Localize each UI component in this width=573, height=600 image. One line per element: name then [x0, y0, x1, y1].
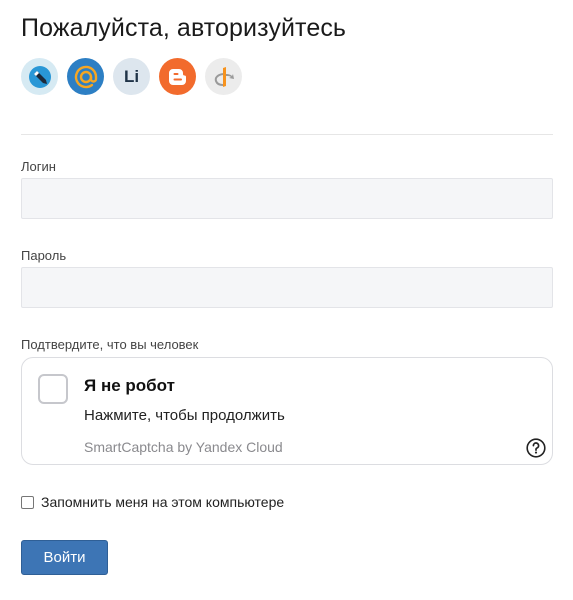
divider: [21, 134, 553, 135]
captcha-checkbox[interactable]: [38, 374, 68, 404]
captcha-label: Подтвердите, что вы человек: [21, 337, 199, 352]
password-input[interactable]: [21, 267, 553, 308]
livejournal-login-button[interactable]: [21, 58, 58, 95]
page-title: Пожалуйста, авторизуйтесь: [21, 14, 347, 42]
social-login-providers: Li: [21, 58, 242, 95]
openid-login-button[interactable]: [205, 58, 242, 95]
blogger-icon: [168, 68, 186, 85]
password-label: Пароль: [21, 248, 67, 263]
remember-me-label[interactable]: Запомнить меня на этом компьютере: [41, 494, 284, 510]
openid-icon: [214, 66, 234, 87]
captcha-brand: SmartCaptcha by Yandex Cloud: [84, 439, 283, 455]
captcha-subtitle: Нажмите, чтобы продолжить: [84, 407, 285, 424]
smartcaptcha-widget[interactable]: Я не робот Нажмите, чтобы продолжить Sma…: [21, 357, 553, 465]
remember-me[interactable]: Запомнить меня на этом компьютере: [21, 494, 284, 510]
livejournal-icon: [28, 65, 51, 88]
liveinternet-login-button[interactable]: Li: [113, 58, 150, 95]
remember-me-checkbox[interactable]: [21, 495, 34, 509]
mailru-login-button[interactable]: [67, 58, 104, 95]
help-icon[interactable]: [526, 438, 546, 458]
liveinternet-icon: Li: [123, 66, 140, 86]
blogger-login-button[interactable]: [159, 58, 196, 95]
login-input[interactable]: [21, 178, 553, 219]
captcha-title: Я не робот: [84, 376, 175, 395]
login-button[interactable]: Войти: [21, 540, 108, 575]
mailru-icon: [74, 65, 97, 88]
login-label: Логин: [21, 159, 56, 174]
